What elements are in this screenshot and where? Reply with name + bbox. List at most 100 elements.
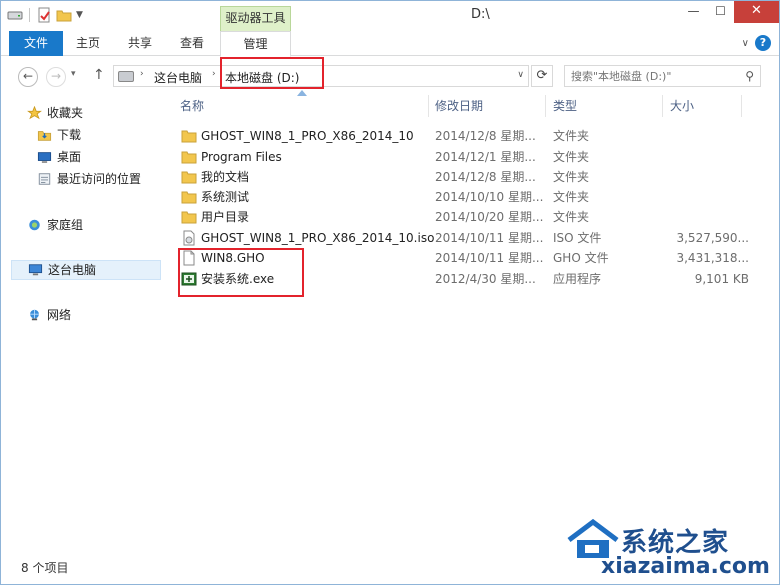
column-divider[interactable]	[428, 95, 429, 117]
forward-button[interactable]: →	[46, 67, 66, 87]
column-header-type[interactable]: 类型	[553, 95, 577, 117]
list-item[interactable]: 系统测试 2014/10/10 星期... 文件夹	[177, 187, 757, 207]
folder-icon	[181, 151, 197, 164]
expand-ribbon-icon[interactable]: ∨	[742, 38, 749, 49]
file-date: 2014/10/20 星期...	[435, 210, 544, 224]
file-list: 名称 修改日期 类型 大小 GHOST_WIN8_1_PRO_X86_2014_…	[167, 95, 767, 550]
list-item[interactable]: 我的文档 2014/12/8 星期... 文件夹	[177, 167, 757, 187]
caret-up-icon	[297, 90, 307, 96]
folder-icon	[181, 171, 197, 184]
file-name: 系统测试	[201, 190, 250, 204]
blank-file-icon	[183, 250, 195, 266]
column-header-size[interactable]: 大小	[670, 95, 694, 117]
watermark: 系统之家 xiazaima.com	[561, 514, 776, 582]
iso-file-icon	[183, 230, 195, 246]
navigation-bar: ← → ▾ ↑ › 这台电脑 › 本地磁盘 (D:) ∨ ⟳ ⚲	[1, 57, 779, 95]
file-date: 2014/10/10 星期...	[435, 190, 544, 204]
minimize-button[interactable]: —	[680, 1, 707, 23]
search-input[interactable]	[565, 66, 735, 86]
address-bar[interactable]: › 这台电脑 › 本地磁盘 (D:) ∨	[113, 65, 529, 87]
refresh-button[interactable]: ⟳	[531, 65, 553, 87]
sidebar-item-label: 桌面	[57, 150, 82, 164]
list-item[interactable]: 安装系统.exe 2012/4/30 星期... 应用程序 9,101 KB	[177, 269, 757, 289]
new-folder-icon[interactable]	[56, 7, 72, 23]
file-type: 文件夹	[553, 170, 590, 184]
sidebar-item-this-pc[interactable]: 这台电脑	[11, 260, 161, 280]
tab-home[interactable]: 主页	[63, 31, 113, 56]
desktop-icon	[37, 152, 52, 163]
column-divider[interactable]	[741, 95, 742, 117]
file-date: 2014/10/11 星期...	[435, 231, 544, 245]
folder-icon	[181, 191, 197, 204]
breadcrumb-separator-icon[interactable]: ›	[212, 69, 216, 79]
file-name: 我的文档	[201, 170, 250, 184]
recent-locations-icon[interactable]: ▾	[71, 69, 76, 79]
sidebar-item-label: 家庭组	[47, 218, 84, 232]
navigation-pane: 收藏夹 下载 桌面 最近访问的位置 家庭组 这台电脑 网络	[1, 95, 167, 550]
properties-icon[interactable]	[36, 7, 52, 23]
sidebar-item-label: 网络	[47, 308, 72, 322]
column-header-date[interactable]: 修改日期	[435, 95, 483, 117]
tab-view[interactable]: 查看	[166, 31, 218, 56]
sidebar-item-desktop[interactable]: 桌面	[37, 147, 81, 167]
sidebar-item-network[interactable]: 网络	[27, 305, 71, 325]
sidebar-item-label: 收藏夹	[47, 106, 84, 120]
sidebar-item-label: 这台电脑	[48, 263, 97, 277]
sidebar-item-favorites[interactable]: 收藏夹	[27, 103, 83, 123]
list-item[interactable]: GHOST_WIN8_1_PRO_X86_2014_10.iso 2014/10…	[177, 228, 757, 248]
file-name: GHOST_WIN8_1_PRO_X86_2014_10	[201, 129, 414, 143]
column-divider[interactable]	[545, 95, 546, 117]
tab-manage[interactable]: 管理	[220, 31, 291, 57]
search-icon[interactable]: ⚲	[745, 69, 754, 83]
title-bar: ▼ 驱动器工具 D:\ — ☐ ✕	[1, 1, 779, 31]
folder-icon	[181, 211, 197, 224]
breadcrumb-local-disk[interactable]: 本地磁盘 (D:)	[225, 69, 299, 86]
tab-file[interactable]: 文件	[9, 31, 63, 56]
list-item[interactable]: Program Files 2014/12/1 星期... 文件夹	[177, 147, 757, 167]
close-button[interactable]: ✕	[734, 1, 779, 23]
column-divider[interactable]	[662, 95, 663, 117]
drive-icon	[118, 71, 134, 82]
ribbon-controls: ∨ ?	[742, 35, 771, 51]
address-dropdown-icon[interactable]: ∨	[517, 70, 524, 80]
computer-icon	[28, 264, 43, 276]
file-date: 2014/12/1 星期...	[435, 150, 536, 164]
network-icon	[30, 309, 39, 321]
window-title: D:\	[471, 7, 490, 22]
chevron-down-icon[interactable]: ▼	[76, 7, 92, 23]
maximize-button[interactable]: ☐	[707, 1, 734, 23]
back-button[interactable]: ←	[18, 67, 38, 87]
download-folder-icon	[37, 131, 52, 141]
file-size: 3,527,590...	[676, 231, 749, 245]
sidebar-item-downloads[interactable]: 下载	[37, 125, 81, 145]
sidebar-item-recent[interactable]: 最近访问的位置	[37, 169, 141, 189]
file-type: 文件夹	[553, 210, 590, 224]
file-date: 2014/10/11 星期...	[435, 251, 544, 265]
context-tab-group: 驱动器工具	[220, 6, 291, 31]
explorer-window: ▼ 驱动器工具 D:\ — ☐ ✕ 文件 主页 共享 查看 管理 ∨ ? ← →…	[0, 0, 780, 585]
file-type: ISO 文件	[553, 231, 602, 245]
drive-icon[interactable]	[7, 7, 23, 23]
file-name: 安装系统.exe	[201, 272, 275, 286]
file-size: 3,431,318...	[676, 251, 749, 265]
list-item[interactable]: GHOST_WIN8_1_PRO_X86_2014_10 2014/12/8 星…	[177, 126, 757, 146]
tab-share[interactable]: 共享	[114, 31, 166, 56]
list-item[interactable]: 用户目录 2014/10/20 星期... 文件夹	[177, 207, 757, 227]
list-item[interactable]: WIN8.GHO 2014/10/11 星期... GHO 文件 3,431,3…	[177, 248, 757, 268]
breadcrumb-this-pc[interactable]: 这台电脑	[154, 69, 202, 86]
search-box[interactable]: ⚲	[564, 65, 761, 87]
sidebar-item-homegroup[interactable]: 家庭组	[27, 215, 83, 235]
help-icon[interactable]: ?	[755, 35, 771, 51]
homegroup-icon	[29, 219, 40, 231]
sidebar-item-label: 下载	[57, 128, 82, 142]
item-count: 8 个项目	[21, 561, 69, 575]
file-type: GHO 文件	[553, 251, 609, 265]
up-button[interactable]: ↑	[93, 67, 105, 83]
sidebar-item-label: 最近访问的位置	[57, 172, 142, 186]
column-header-name[interactable]: 名称	[180, 95, 204, 117]
breadcrumb-separator-icon[interactable]: ›	[140, 69, 144, 79]
folder-icon	[181, 130, 197, 143]
toolbar-separator	[29, 8, 30, 22]
file-size: 9,101 KB	[694, 272, 749, 286]
file-date: 2012/4/30 星期...	[435, 272, 536, 286]
